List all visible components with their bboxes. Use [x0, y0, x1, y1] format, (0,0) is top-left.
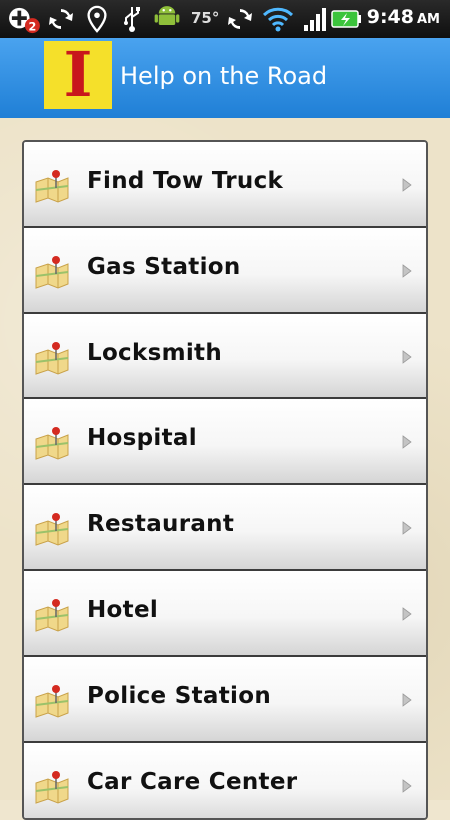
map-pin-icon — [35, 770, 69, 804]
chevron-right-icon — [402, 778, 412, 793]
chevron-right-icon — [402, 349, 412, 364]
list-item[interactable]: Gas Station — [24, 227, 426, 314]
android-debug-icon — [154, 6, 180, 26]
app-logo-letter: I — [63, 38, 93, 111]
list-item-label: Restaurant — [87, 511, 235, 538]
list-item[interactable]: Find Tow Truck — [24, 142, 426, 228]
chevron-right-icon — [402, 607, 412, 621]
list-item-label: Police Station — [87, 682, 271, 709]
list-item[interactable]: Hotel — [24, 570, 426, 657]
map-pin-icon — [35, 598, 69, 632]
list-item-label: Locksmith — [87, 339, 222, 366]
chevron-right-icon — [402, 521, 412, 535]
title-bar: I Help on the Road — [0, 38, 450, 118]
list-item-label: Gas Station — [87, 253, 241, 280]
notification-count: 2 — [29, 20, 37, 33]
list-item[interactable]: Locksmith — [24, 313, 426, 400]
list-item[interactable]: Car Care Center — [24, 742, 426, 818]
app-logo: I — [44, 41, 112, 109]
list-item[interactable]: Hospital — [24, 399, 426, 486]
list-item-label: Hotel — [87, 596, 159, 623]
list-item-label: Hospital — [87, 425, 197, 452]
map-pin-icon — [35, 427, 69, 461]
usb-icon — [124, 7, 140, 32]
map-pin-icon — [35, 341, 69, 375]
notification-plus-icon: 2 — [9, 7, 40, 33]
map-pin-icon — [35, 513, 69, 546]
chevron-right-icon — [402, 692, 412, 707]
list-item[interactable]: Restaurant — [24, 485, 426, 571]
map-pin-icon — [35, 684, 69, 718]
temperature-text: 75° — [191, 9, 220, 27]
chevron-right-icon — [402, 435, 412, 450]
wifi-icon — [262, 7, 294, 32]
clock-time: 9:48 — [366, 6, 414, 28]
list-item-label: Find Tow Truck — [87, 168, 284, 194]
chevron-right-icon — [402, 263, 412, 278]
map-pin-icon — [35, 170, 69, 203]
map-pin-icon — [35, 255, 69, 289]
list-item[interactable]: Police Station — [24, 656, 426, 743]
service-list: Find Tow Truck Gas Station Locksmith Hos… — [22, 140, 428, 820]
status-bar: 2 75° 9:48 AM — [0, 0, 450, 38]
sync-icon-2 — [228, 9, 252, 29]
battery-charging-icon — [331, 10, 361, 28]
clock: 9:48 AM — [367, 6, 440, 28]
location-pin-icon — [87, 5, 107, 33]
page-title: Help on the Road — [120, 62, 328, 90]
signal-strength-icon — [304, 8, 326, 31]
clock-ampm: AM — [417, 12, 440, 27]
chevron-right-icon — [402, 178, 412, 192]
sync-icon — [49, 9, 73, 29]
list-item-label: Car Care Center — [87, 768, 298, 795]
